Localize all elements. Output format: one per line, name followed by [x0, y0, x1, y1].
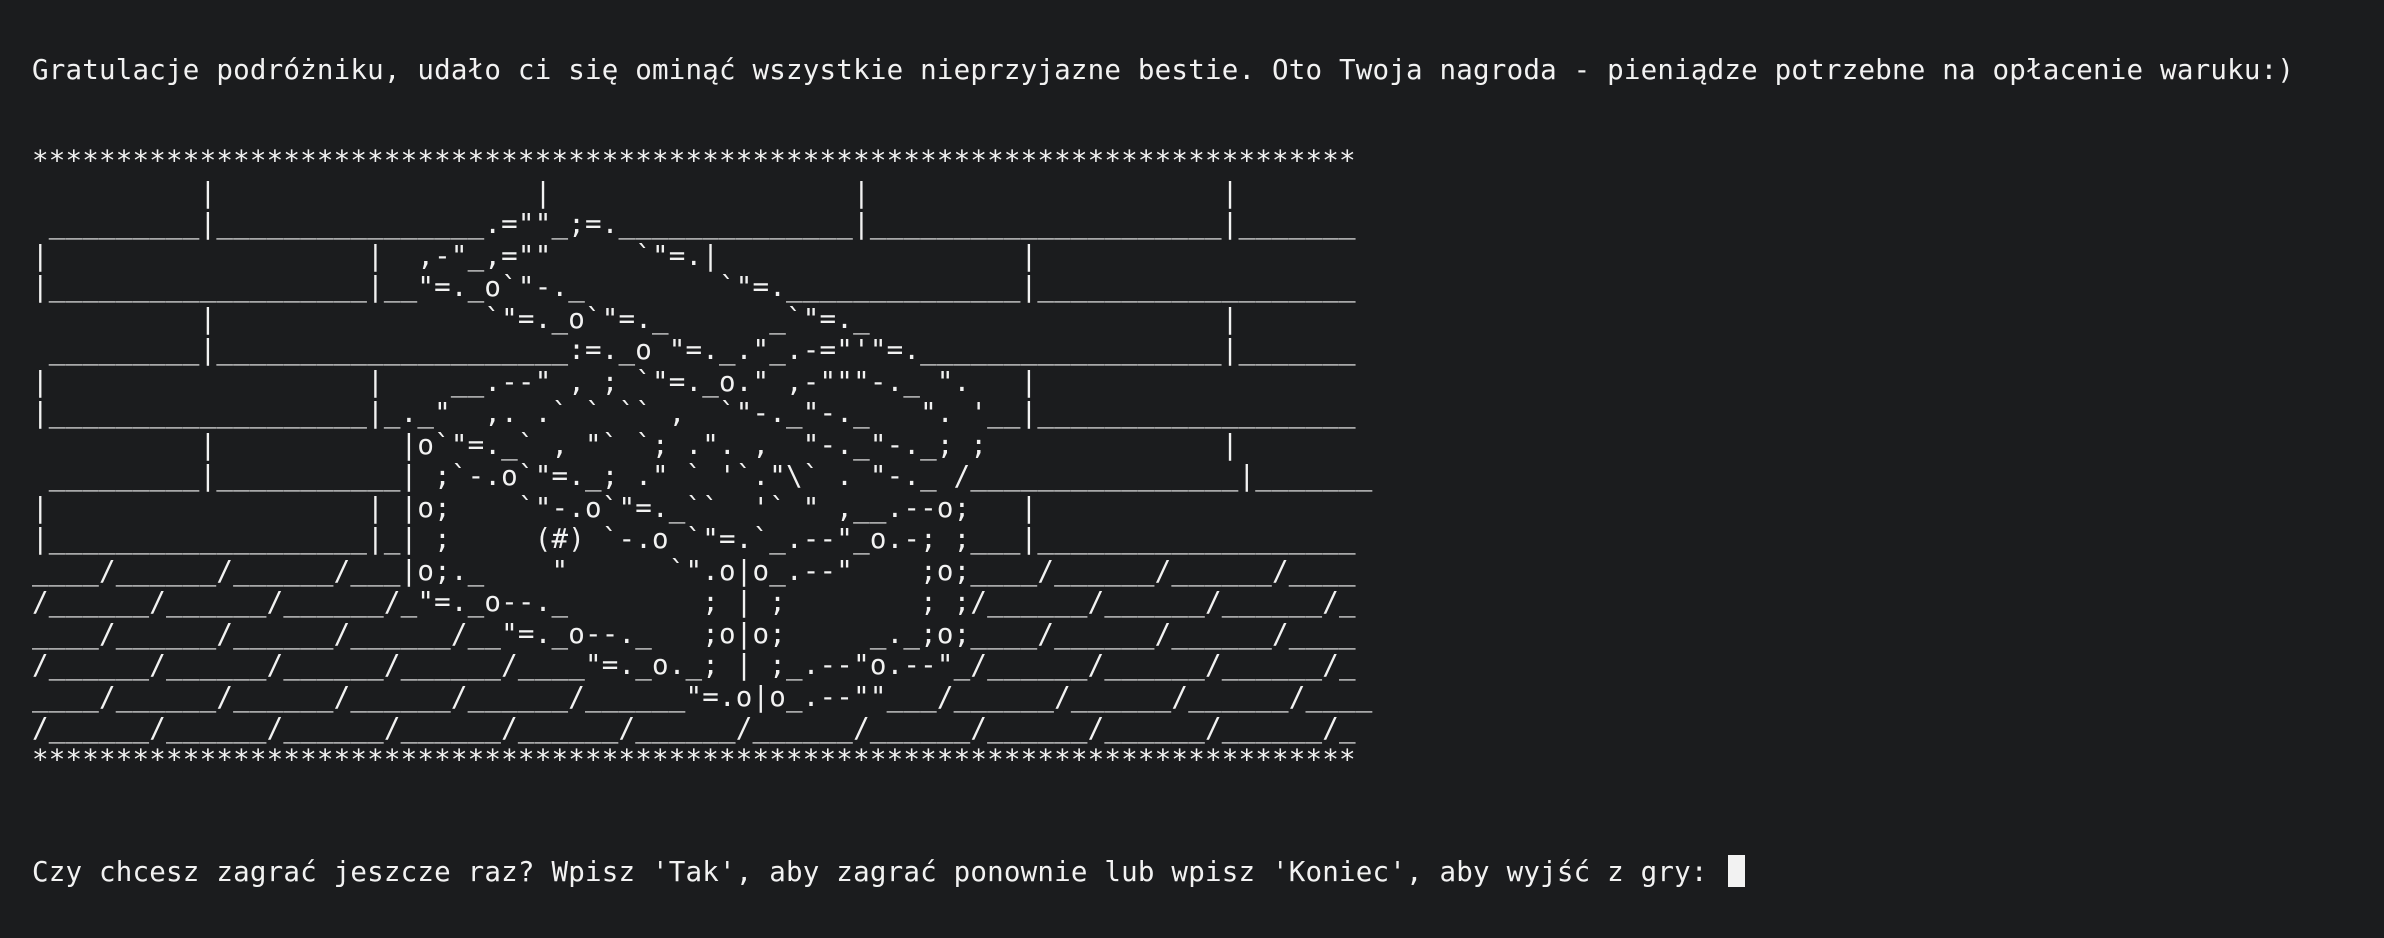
congratulations-message: Gratulacje podróżniku, udało ci się omin…	[32, 54, 2295, 86]
terminal-cursor	[1728, 855, 1746, 887]
ascii-art-treasure: ****************************************…	[32, 145, 1373, 776]
prompt-text: Czy chcesz zagrać jeszcze raz? Wpisz 'Ta…	[32, 856, 1725, 888]
terminal-window[interactable]: Gratulacje podróżniku, udało ci się omin…	[0, 0, 2384, 938]
prompt-line[interactable]: Czy chcesz zagrać jeszcze raz? Wpisz 'Ta…	[32, 855, 1746, 888]
